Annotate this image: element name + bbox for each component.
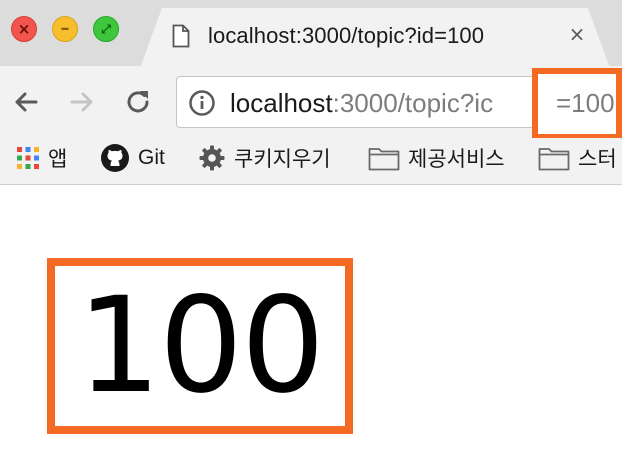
tab-title: localhost:3000/topic?id=100 xyxy=(208,23,485,48)
bookmark-apps[interactable]: 앱 xyxy=(16,143,67,173)
bookmark-label: 스터 xyxy=(578,148,617,171)
url-path: :3000/topic?ic xyxy=(332,88,494,118)
folder-icon xyxy=(538,148,570,171)
window-fullscreen-button[interactable]: ⤢ xyxy=(93,16,119,42)
bookmark-clear-cookies[interactable]: 쿠키지우기 xyxy=(198,143,331,173)
address-url: localhost:3000/topic?ic xyxy=(230,88,493,118)
page-value: 100 xyxy=(77,269,325,423)
tab-close-button[interactable]: × xyxy=(566,22,588,46)
minimize-icon: – xyxy=(60,18,70,39)
github-icon xyxy=(101,144,129,172)
bookmark-git[interactable]: Git xyxy=(100,143,165,173)
url-highlight-box: =100 xyxy=(532,68,622,140)
bookmark-folder-more[interactable]: 스터 xyxy=(538,143,617,173)
bookmark-label: 쿠키지우기 xyxy=(234,148,331,171)
folder-icon xyxy=(368,148,400,171)
document-icon xyxy=(172,24,190,48)
fullscreen-icon: ⤢ xyxy=(101,22,111,36)
reload-icon[interactable] xyxy=(122,86,154,118)
window-minimize-button[interactable]: – xyxy=(52,16,78,42)
content-highlight-box: 100 xyxy=(47,258,353,434)
gear-icon xyxy=(199,145,225,171)
bookmark-label: 앱 xyxy=(48,148,68,171)
forward-arrow-icon[interactable] xyxy=(66,86,98,118)
bookmark-folder-services[interactable]: 제공서비스 xyxy=(368,143,505,173)
apps-grid-icon xyxy=(17,147,39,169)
bookmark-label: Git xyxy=(138,146,165,169)
bookmark-label: 제공서비스 xyxy=(408,148,505,171)
close-icon: × xyxy=(17,19,31,38)
url-host: localhost xyxy=(230,88,333,118)
back-arrow-icon[interactable] xyxy=(10,86,42,118)
window-close-button[interactable]: × xyxy=(11,16,37,42)
info-icon[interactable] xyxy=(188,89,216,117)
url-highlighted-value: =100 xyxy=(556,88,615,118)
